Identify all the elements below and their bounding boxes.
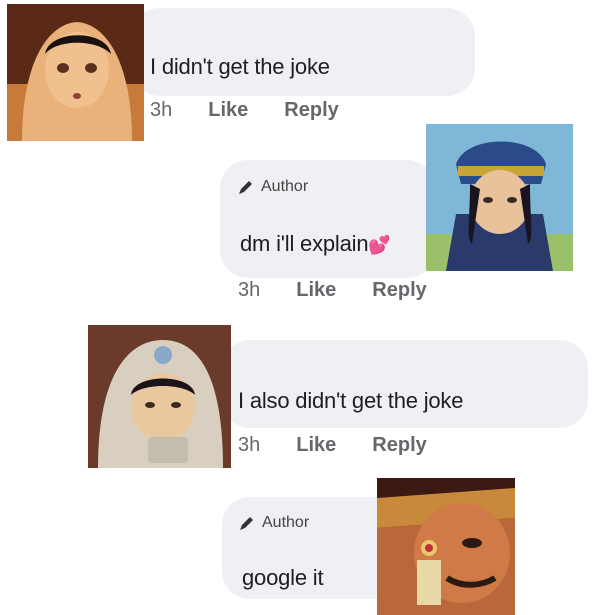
- reply-button[interactable]: Reply: [372, 279, 426, 301]
- comment-bubble: [222, 340, 588, 428]
- reply-time: 3h: [238, 279, 261, 301]
- comment-text: I also didn't get the joke: [238, 388, 464, 413]
- reply-meta: 3h Like Reply: [238, 279, 427, 302]
- reply-button[interactable]: Reply: [372, 434, 426, 456]
- reply-button[interactable]: Reply: [284, 99, 338, 121]
- reply-text-content: dm i'll explain: [240, 231, 369, 256]
- pencil-icon: [239, 181, 252, 194]
- comment-time: 3h: [150, 99, 173, 121]
- pencil-icon: [240, 517, 253, 530]
- avatar-blue-hat-icon[interactable]: [426, 124, 573, 271]
- comment-text: I didn't get the joke: [150, 54, 330, 79]
- avatar-girl-headscarf-icon[interactable]: [7, 4, 144, 141]
- like-button[interactable]: Like: [296, 279, 336, 301]
- comment-bubble: [132, 8, 475, 96]
- author-label: Author: [262, 514, 310, 531]
- two-hearts-icon: 💕: [368, 235, 391, 255]
- reply-text: google it: [242, 565, 324, 590]
- avatar-boy-cup-icon[interactable]: [88, 325, 231, 468]
- like-button[interactable]: Like: [296, 434, 336, 456]
- comment-meta: 3h Like Reply: [150, 99, 339, 122]
- author-badge: Author: [237, 178, 308, 196]
- author-badge: Author: [238, 514, 309, 532]
- author-label: Author: [261, 178, 309, 195]
- reply-text: dm i'll explain💕: [240, 231, 391, 257]
- avatar-closeup-face-icon[interactable]: [377, 478, 515, 615]
- comment-time: 3h: [238, 434, 261, 456]
- comment-meta: 3h Like Reply: [238, 434, 427, 457]
- like-button[interactable]: Like: [208, 99, 248, 121]
